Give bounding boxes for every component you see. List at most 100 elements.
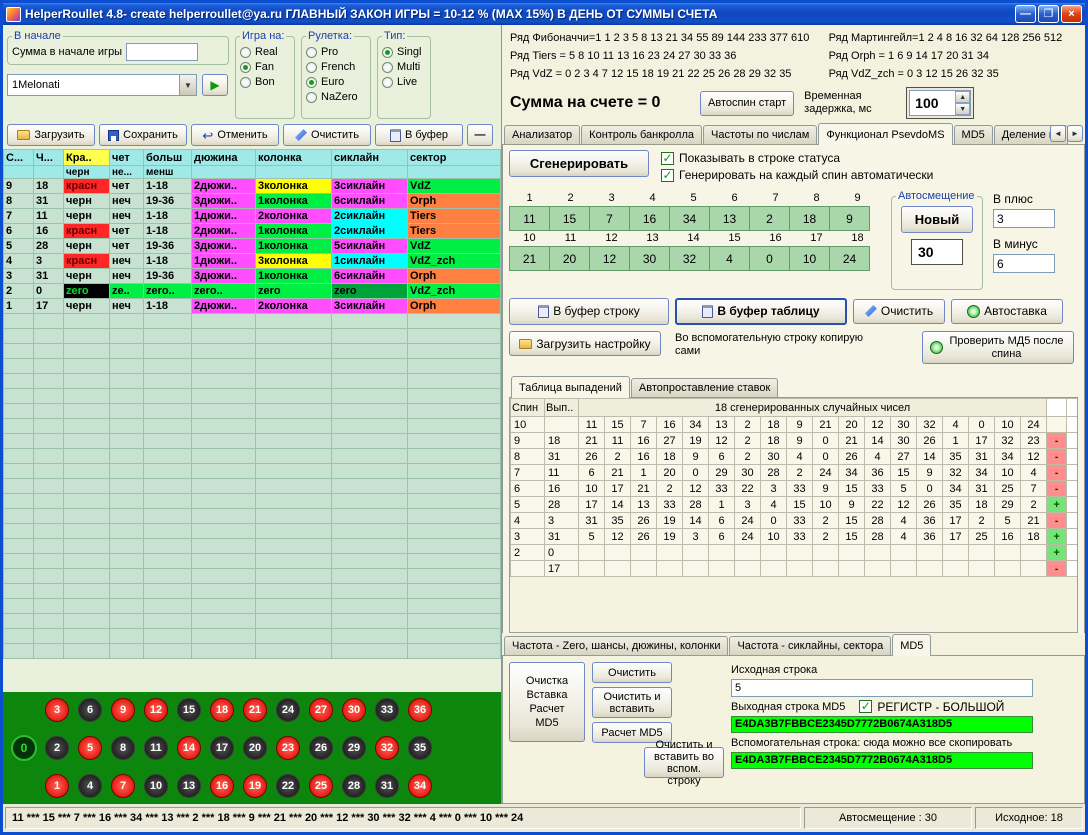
tab-freq-chances[interactable]: Частота - Zero, шансы, дюжины, колонки: [504, 636, 728, 655]
start-sum-input[interactable]: [126, 43, 198, 61]
radio-pro[interactable]: Pro: [306, 46, 366, 58]
board-number-35[interactable]: 35: [408, 736, 432, 760]
board-number-30[interactable]: 30: [342, 698, 366, 722]
board-number-29[interactable]: 29: [342, 736, 366, 760]
tabs-scroll-left-icon[interactable]: ◄: [1050, 125, 1066, 142]
buffer-table-button[interactable]: В буфер таблицу: [675, 298, 847, 325]
board-number-13[interactable]: 13: [177, 774, 201, 798]
board-number-6[interactable]: 6: [78, 698, 102, 722]
close-button[interactable]: ×: [1061, 5, 1082, 23]
board-number-9[interactable]: 9: [111, 698, 135, 722]
md5-source-input[interactable]: [731, 679, 1033, 697]
tabs-scroll-right-icon[interactable]: ►: [1067, 125, 1083, 142]
board-number-22[interactable]: 22: [276, 774, 300, 798]
board-number-19[interactable]: 19: [243, 774, 267, 798]
preset-combo[interactable]: 1Melonati ▼: [7, 74, 197, 96]
board-number-24[interactable]: 24: [276, 698, 300, 722]
board-number-14[interactable]: 14: [177, 736, 201, 760]
gen-clear-button[interactable]: Очистить: [853, 299, 945, 324]
tab-md5-panel[interactable]: MD5: [892, 634, 931, 656]
board-number-36[interactable]: 36: [408, 698, 432, 722]
spinner-up-icon[interactable]: ▲: [955, 91, 970, 103]
md5-clear-paste-aux-button[interactable]: Очистить и вставить во вспом. строку: [644, 747, 724, 778]
autobet-button[interactable]: Автоставка: [951, 299, 1063, 324]
tab-analyzer[interactable]: Анализатор: [504, 125, 580, 144]
board-number-21[interactable]: 21: [243, 698, 267, 722]
board-number-28[interactable]: 28: [342, 774, 366, 798]
generate-each-spin-check[interactable]: ✓ Генерировать на каждый спин автоматиче…: [661, 168, 933, 182]
tab-auto-betting[interactable]: Автопроставление ставок: [631, 378, 778, 397]
board-number-15[interactable]: 15: [177, 698, 201, 722]
board-number-34[interactable]: 34: [408, 774, 432, 798]
radio-french[interactable]: French: [306, 61, 366, 73]
board-number-7[interactable]: 7: [111, 774, 135, 798]
board-number-25[interactable]: 25: [309, 774, 333, 798]
clear-button[interactable]: Очистить: [283, 124, 371, 146]
radio-live[interactable]: Live: [382, 76, 426, 88]
generated-number-cell: 36: [917, 513, 943, 529]
board-number-8[interactable]: 8: [111, 736, 135, 760]
board-number-1[interactable]: 1: [45, 774, 69, 798]
tab-number-frequencies[interactable]: Частоты по числам: [703, 125, 817, 144]
collapse-button[interactable]: —: [467, 124, 493, 146]
delay-spinner[interactable]: 100 ▲ ▼: [909, 90, 971, 116]
board-number-0[interactable]: 0: [11, 735, 37, 761]
game-radio-list: Real Fan Bon: [240, 46, 290, 88]
minus-input[interactable]: [993, 254, 1055, 273]
radio-multi[interactable]: Multi: [382, 61, 426, 73]
check-md5-button[interactable]: Проверить МД5 после спина: [922, 331, 1074, 364]
board-number-23[interactable]: 23: [276, 736, 300, 760]
load-settings-button[interactable]: Загрузить настройку: [509, 331, 661, 356]
radio-fan[interactable]: Fan: [240, 61, 290, 73]
radio-euro[interactable]: Euro: [306, 76, 366, 88]
board-number-17[interactable]: 17: [210, 736, 234, 760]
tab-drop-table[interactable]: Таблица выпадений: [511, 376, 630, 398]
md5-clear-paste-calc-button[interactable]: Очистка Вставка Расчет MD5: [509, 662, 585, 742]
tab-md5[interactable]: MD5: [954, 125, 993, 144]
combo-dropdown-icon[interactable]: ▼: [179, 75, 196, 95]
spinner-down-icon[interactable]: ▼: [955, 103, 970, 115]
to-buffer-button[interactable]: В буфер: [375, 124, 463, 146]
board-number-26[interactable]: 26: [309, 736, 333, 760]
board-number-11[interactable]: 11: [144, 736, 168, 760]
autoshift-value[interactable]: 30: [911, 239, 963, 265]
board-number-3[interactable]: 3: [45, 698, 69, 722]
buffer-row-button[interactable]: В буфер строку: [509, 298, 669, 325]
load-button[interactable]: Загрузить: [7, 124, 95, 146]
maximize-button[interactable]: ❐: [1038, 5, 1059, 23]
minimize-button[interactable]: —: [1015, 5, 1036, 23]
board-number-20[interactable]: 20: [243, 736, 267, 760]
play-button[interactable]: ▶: [202, 74, 228, 96]
board-number-33[interactable]: 33: [375, 698, 399, 722]
generate-button[interactable]: Сгенерировать: [509, 150, 649, 177]
show-in-status-check[interactable]: ✓ Показывать в строке статуса: [661, 151, 933, 165]
md5-aux-field[interactable]: E4DA3B7FBBCE2345D7772B0674A318D5: [731, 752, 1033, 769]
md5-clear-button[interactable]: Очистить: [592, 662, 672, 683]
generated-number-cell: 29: [709, 465, 735, 481]
board-number-27[interactable]: 27: [309, 698, 333, 722]
board-number-12[interactable]: 12: [144, 698, 168, 722]
radio-bon[interactable]: Bon: [240, 76, 290, 88]
board-number-31[interactable]: 31: [375, 774, 399, 798]
register-uppercase-check[interactable]: ✓ РЕГИСТР - БОЛЬШОЙ: [859, 700, 1004, 714]
tab-bankroll-control[interactable]: Контроль банкролла: [581, 125, 702, 144]
md5-clear-paste-button[interactable]: Очистить и вставить: [592, 687, 672, 718]
autospin-start-button[interactable]: Автоспин старт: [700, 91, 794, 116]
board-number-18[interactable]: 18: [210, 698, 234, 722]
plus-input[interactable]: [993, 209, 1055, 228]
board-number-32[interactable]: 32: [375, 736, 399, 760]
radio-real[interactable]: Real: [240, 46, 290, 58]
radio-singl[interactable]: Singl: [382, 46, 426, 58]
undo-button[interactable]: ↩Отменить: [191, 124, 279, 146]
new-button[interactable]: Новый: [901, 206, 973, 233]
save-button[interactable]: Сохранить: [99, 124, 187, 146]
board-number-16[interactable]: 16: [210, 774, 234, 798]
tab-freq-sixlines[interactable]: Частота - сиклайны, сектора: [729, 636, 891, 655]
board-number-2[interactable]: 2: [45, 736, 69, 760]
board-number-10[interactable]: 10: [144, 774, 168, 798]
board-number-4[interactable]: 4: [78, 774, 102, 798]
radio-nazero[interactable]: NaZero: [306, 91, 366, 103]
tab-psevdo-ms[interactable]: Функционал PsevdoMS: [818, 123, 952, 145]
md5-output-field[interactable]: E4DA3B7FBBCE2345D7772B0674A318D5: [731, 716, 1033, 733]
board-number-5[interactable]: 5: [78, 736, 102, 760]
